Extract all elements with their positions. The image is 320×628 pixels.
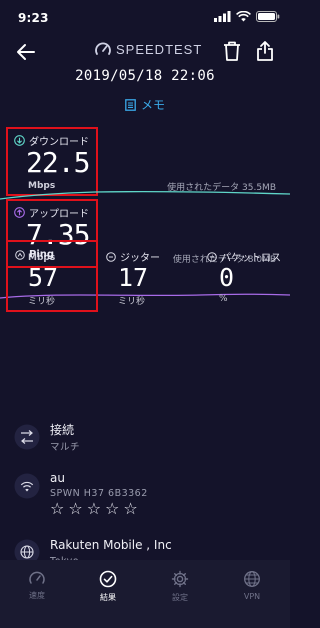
connection-title: 接続 [50,423,75,437]
nav-item-speed[interactable]: 速度 [7,570,67,601]
jitter-title-label: ジッター [120,253,160,264]
star-icon[interactable]: ☆ [50,501,64,517]
trash-icon[interactable] [222,40,242,62]
star-icon[interactable]: ☆ [87,501,101,517]
carrier-details: SPWN H37 6B3362 [50,488,148,499]
share-icon[interactable] [256,40,274,62]
jitter-value: 17 [118,263,149,292]
nav-vpn-label: VPN [243,592,261,601]
jitter-title: ジッター [106,249,160,264]
packet-loss-title-label: パケットロス [221,253,281,264]
nav-item-results[interactable]: 結果 [78,570,138,603]
back-arrow-icon[interactable] [14,40,38,64]
gauge-icon [29,571,45,584]
speedtest-logo-icon [95,42,111,55]
star-icon[interactable]: ☆ [68,501,82,517]
ping-icon [15,249,25,260]
nav-item-vpn[interactable]: VPN [222,570,282,601]
download-value: 22.5 [26,146,90,179]
gear-icon [171,570,189,588]
ping-title: Ping [15,249,54,260]
signal-icon [214,11,231,22]
ping-value: 57 [28,263,59,292]
connection-value: マルチ [50,442,81,453]
status-icons [214,11,280,22]
nav-results-label: 結果 [100,593,116,602]
status-time: 9:23 [18,11,49,25]
jitter-icon [106,251,116,262]
wifi-signal-icon [14,473,40,499]
packet-loss-icon [207,251,217,262]
nav-item-settings[interactable]: 設定 [150,570,210,603]
packet-loss-unit: % [219,294,228,304]
star-icon[interactable]: ☆ [123,501,137,517]
star-icon[interactable]: ☆ [105,501,119,517]
jitter-unit: ミリ秒 [118,297,146,307]
ping-title-label: Ping [29,249,55,260]
upload-icon [14,207,25,218]
carrier-name: au [50,471,65,485]
ping-unit: ミリ秒 [28,297,56,307]
wifi-icon [236,11,251,22]
check-circle-icon [99,570,117,588]
brand-name: SPEEDTEST [116,41,203,57]
bottom-nav: 速度 結果 設定 VPN [0,560,290,628]
memo-label: メモ [140,98,165,112]
app-brand: SPEEDTEST [94,41,202,57]
battery-icon [256,11,280,22]
packet-loss-title: パケットロス [207,249,281,264]
globe-icon [244,571,260,587]
memo-icon [125,98,136,111]
nav-settings-label: 設定 [172,593,188,602]
connection-icon [14,424,40,450]
server-name: Rakuten Mobile , Inc [50,538,172,552]
download-icon [14,135,25,146]
memo-button[interactable]: メモ [0,96,290,113]
test-datetime: 2019/05/18 22:06 [75,68,215,84]
rating-stars[interactable]: ☆ ☆ ☆ ☆ ☆ [50,501,138,517]
nav-speed-label: 速度 [29,591,45,600]
packet-loss-value: 0 [219,263,235,292]
